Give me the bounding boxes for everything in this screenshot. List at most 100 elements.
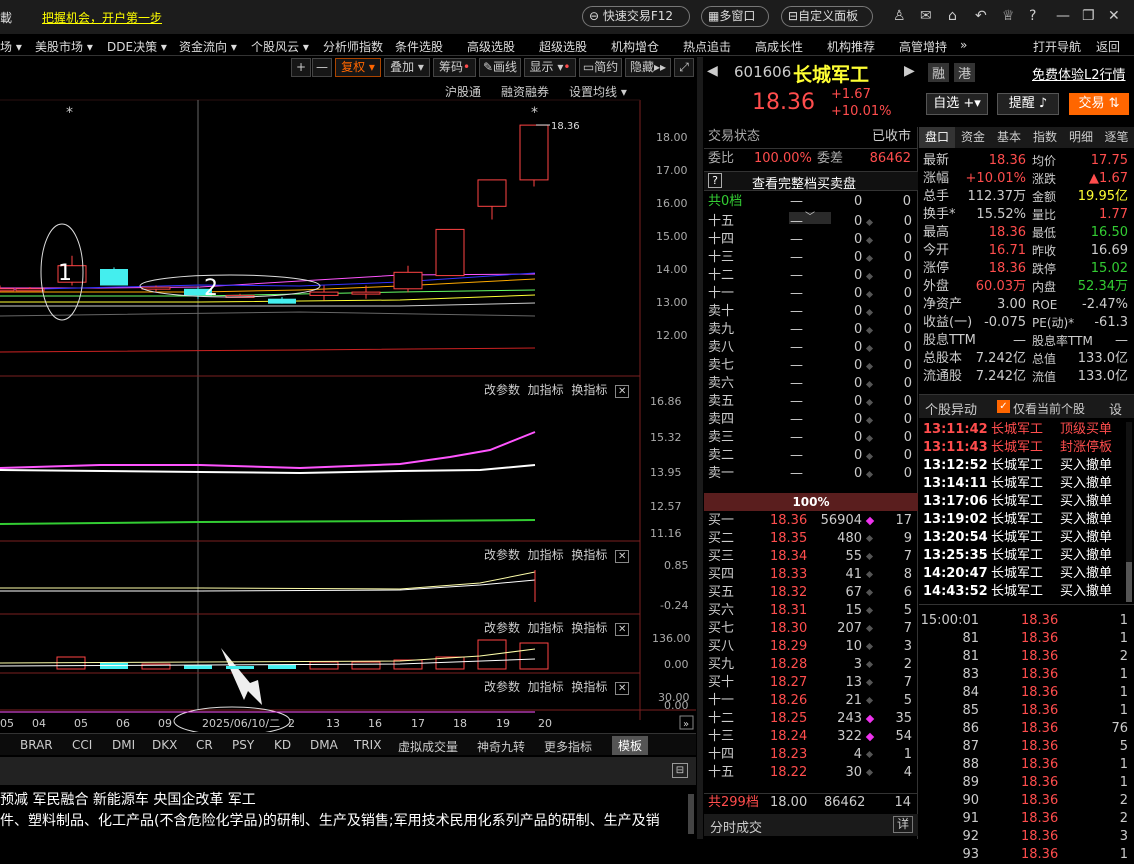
add-indicator-button[interactable]: 加指标 [528,383,564,397]
fullscreen-icon[interactable]: ⤢ [674,58,694,77]
indicator-tab[interactable]: DMA [310,738,338,752]
anomaly-settings-button[interactable]: 设 [1109,399,1122,418]
anomaly-scrollbar[interactable] [1126,422,1132,602]
menu-item[interactable]: 资金流向 ▾ [179,38,237,55]
indicator-tab[interactable]: KD [274,738,291,752]
indicator-tab[interactable]: CCI [72,738,92,752]
tab-mingxi[interactable]: 明细 [1063,127,1099,148]
change-indicator-button[interactable]: 换指标 [571,621,607,635]
chouma-button[interactable]: 筹码• [433,58,476,77]
custom-panel-button[interactable]: ⊟自定义面板 [781,6,873,27]
back-link[interactable]: 返回 [1096,38,1120,55]
shirt-icon[interactable]: ♕ [1002,8,1015,24]
indicator-tab[interactable]: PSY [232,738,254,752]
anomaly-row[interactable]: 13:17:06 长城军工 买入撤单 [919,493,1124,511]
candle-body[interactable] [0,288,15,292]
ask-level-row[interactable]: 卖六 — 0 0 [704,375,918,393]
menu-more[interactable]: » [960,38,967,52]
menu-item[interactable]: 场 ▾ [0,38,22,55]
ask-level-row[interactable]: 卖九 — 0 0 [704,321,918,339]
anomaly-row[interactable]: 14:43:52 长城军工 买入撤单 [919,583,1124,601]
anomaly-row[interactable]: 13:25:35 长城军工 买入撤单 [919,547,1124,565]
minimize-icon[interactable]: — [1056,8,1070,24]
close-panel-button[interactable]: ✕ [614,385,630,398]
bid-level-row[interactable]: 十三 18.24 322 54 [704,728,918,746]
candle-body[interactable] [351,291,381,295]
prev-stock-icon[interactable]: ◀ [707,63,718,79]
jianyue-button[interactable]: ▭简约 [579,58,622,77]
menu-item[interactable]: 高管增持 [899,38,947,55]
ask-level-row[interactable]: 十二 — 0 0 [704,267,918,285]
menu-item[interactable]: 个股风云 ▾ [251,38,309,55]
margin-button[interactable]: 融 [928,63,950,82]
indicator-tab[interactable]: TRIX [354,738,381,752]
bid-level-row[interactable]: 买八 18.29 10 3 [704,638,918,656]
news-scrollbar[interactable] [688,794,694,834]
indicator-tab[interactable]: CR [196,738,213,752]
candle-body[interactable] [268,298,296,304]
modify-params-button[interactable]: 改参数 [484,680,520,694]
help-icon[interactable]: ? [1029,8,1036,24]
xianshi-button[interactable]: 显示 ▾• [524,58,576,77]
candle-body[interactable] [141,286,171,290]
candle-body[interactable] [309,291,339,296]
quick-trade-button[interactable]: ⊖ 快速交易F12 [582,6,690,27]
anomaly-row[interactable]: 13:11:42 长城军工 顶级买单 [919,421,1124,439]
change-indicator-button[interactable]: 换指标 [571,680,607,694]
yincang-button[interactable]: 隐藏▸▸ [625,58,671,77]
candle-body[interactable] [393,271,423,290]
ask-level-row[interactable]: 卖二 — 0 0 [704,447,918,465]
add-indicator-button[interactable]: 加指标 [528,621,564,635]
zoom-out-button[interactable]: — [312,58,332,77]
collapse-icon[interactable]: ⊟ [672,763,688,778]
open-nav-link[interactable]: 打开导航 [1033,38,1081,55]
tab-pankou[interactable]: 盘口 [919,127,955,148]
close-panel-button[interactable]: ✕ [614,623,630,636]
hk-button[interactable]: 港 [954,63,976,82]
tab-jiben[interactable]: 基本 [991,127,1027,148]
anomaly-row[interactable]: 14:20:47 长城军工 买入撤单 [919,565,1124,583]
change-indicator-button[interactable]: 换指标 [571,548,607,562]
ask-level-row[interactable]: 十一 — 0 0 [704,285,918,303]
add-indicator-button[interactable]: 加指标 [528,548,564,562]
ask-level-row[interactable]: 卖四 — 0 0 [704,411,918,429]
menu-item[interactable]: 高成长性 [755,38,803,55]
bid-level-row[interactable]: 买五 18.32 67 6 [704,584,918,602]
change-indicator-button[interactable]: 换指标 [571,383,607,397]
tab-zhishu[interactable]: 指数 [1027,127,1063,148]
slogan-link[interactable]: 把握机会，开户第一步 [42,9,162,26]
template-tab[interactable]: 模板 [612,736,649,755]
bid-level-row[interactable]: 买一 18.36 56904 17 [704,512,918,530]
indicator-tab[interactable]: DKX [152,738,177,752]
menu-item[interactable]: 超级选股 [539,38,587,55]
bid-level-row[interactable]: 十四 18.23 4 1 [704,746,918,764]
ask-level-row[interactable]: 十五 — 0 0 [704,213,918,231]
tab-zijin[interactable]: 资金 [955,127,991,148]
close-panel-button[interactable]: ✕ [614,682,630,695]
indicator-tab[interactable]: 神奇九转 [477,738,525,755]
ask-level-row[interactable]: 十四 — 0 0 [704,231,918,249]
user-icon[interactable]: ♙ [893,8,906,24]
bid-level-row[interactable]: 十二 18.25 243 35 [704,710,918,728]
anomaly-row[interactable]: 13:14:11 长城军工 买入撤单 [919,475,1124,493]
menu-item[interactable]: 条件选股 [395,38,443,55]
bid-level-row[interactable]: 买三 18.34 55 7 [704,548,918,566]
diejia-button[interactable]: 叠加 ▾ [384,58,430,77]
indicator-tab[interactable]: 更多指标 [544,738,592,755]
modify-params-button[interactable]: 改参数 [484,621,520,635]
bid-level-row[interactable]: 买二 18.35 480 9 [704,530,918,548]
indicator-tab[interactable]: DMI [112,738,135,752]
candle-body[interactable] [519,124,549,181]
undo-icon[interactable]: ↶ [975,8,987,24]
alert-button[interactable]: 提醒 ♪ [997,93,1059,115]
anomaly-row[interactable]: 13:12:52 长城军工 买入撤单 [919,457,1124,475]
bid-level-row[interactable]: 买九 18.28 3 2 [704,656,918,674]
candle-body[interactable] [15,288,45,292]
home-icon[interactable]: ⌂ [948,8,957,24]
trade-button[interactable]: 交易 ⇅ [1069,93,1129,115]
bid-level-row[interactable]: 十五 18.22 30 4 [704,764,918,782]
indicator-tab[interactable]: 虚拟成交量 [398,738,458,755]
bid-level-row[interactable]: 买六 18.31 15 5 [704,602,918,620]
candle-body[interactable] [100,269,128,286]
full-depth-bar[interactable]: ? 查看完整档买卖盘 [704,171,918,192]
